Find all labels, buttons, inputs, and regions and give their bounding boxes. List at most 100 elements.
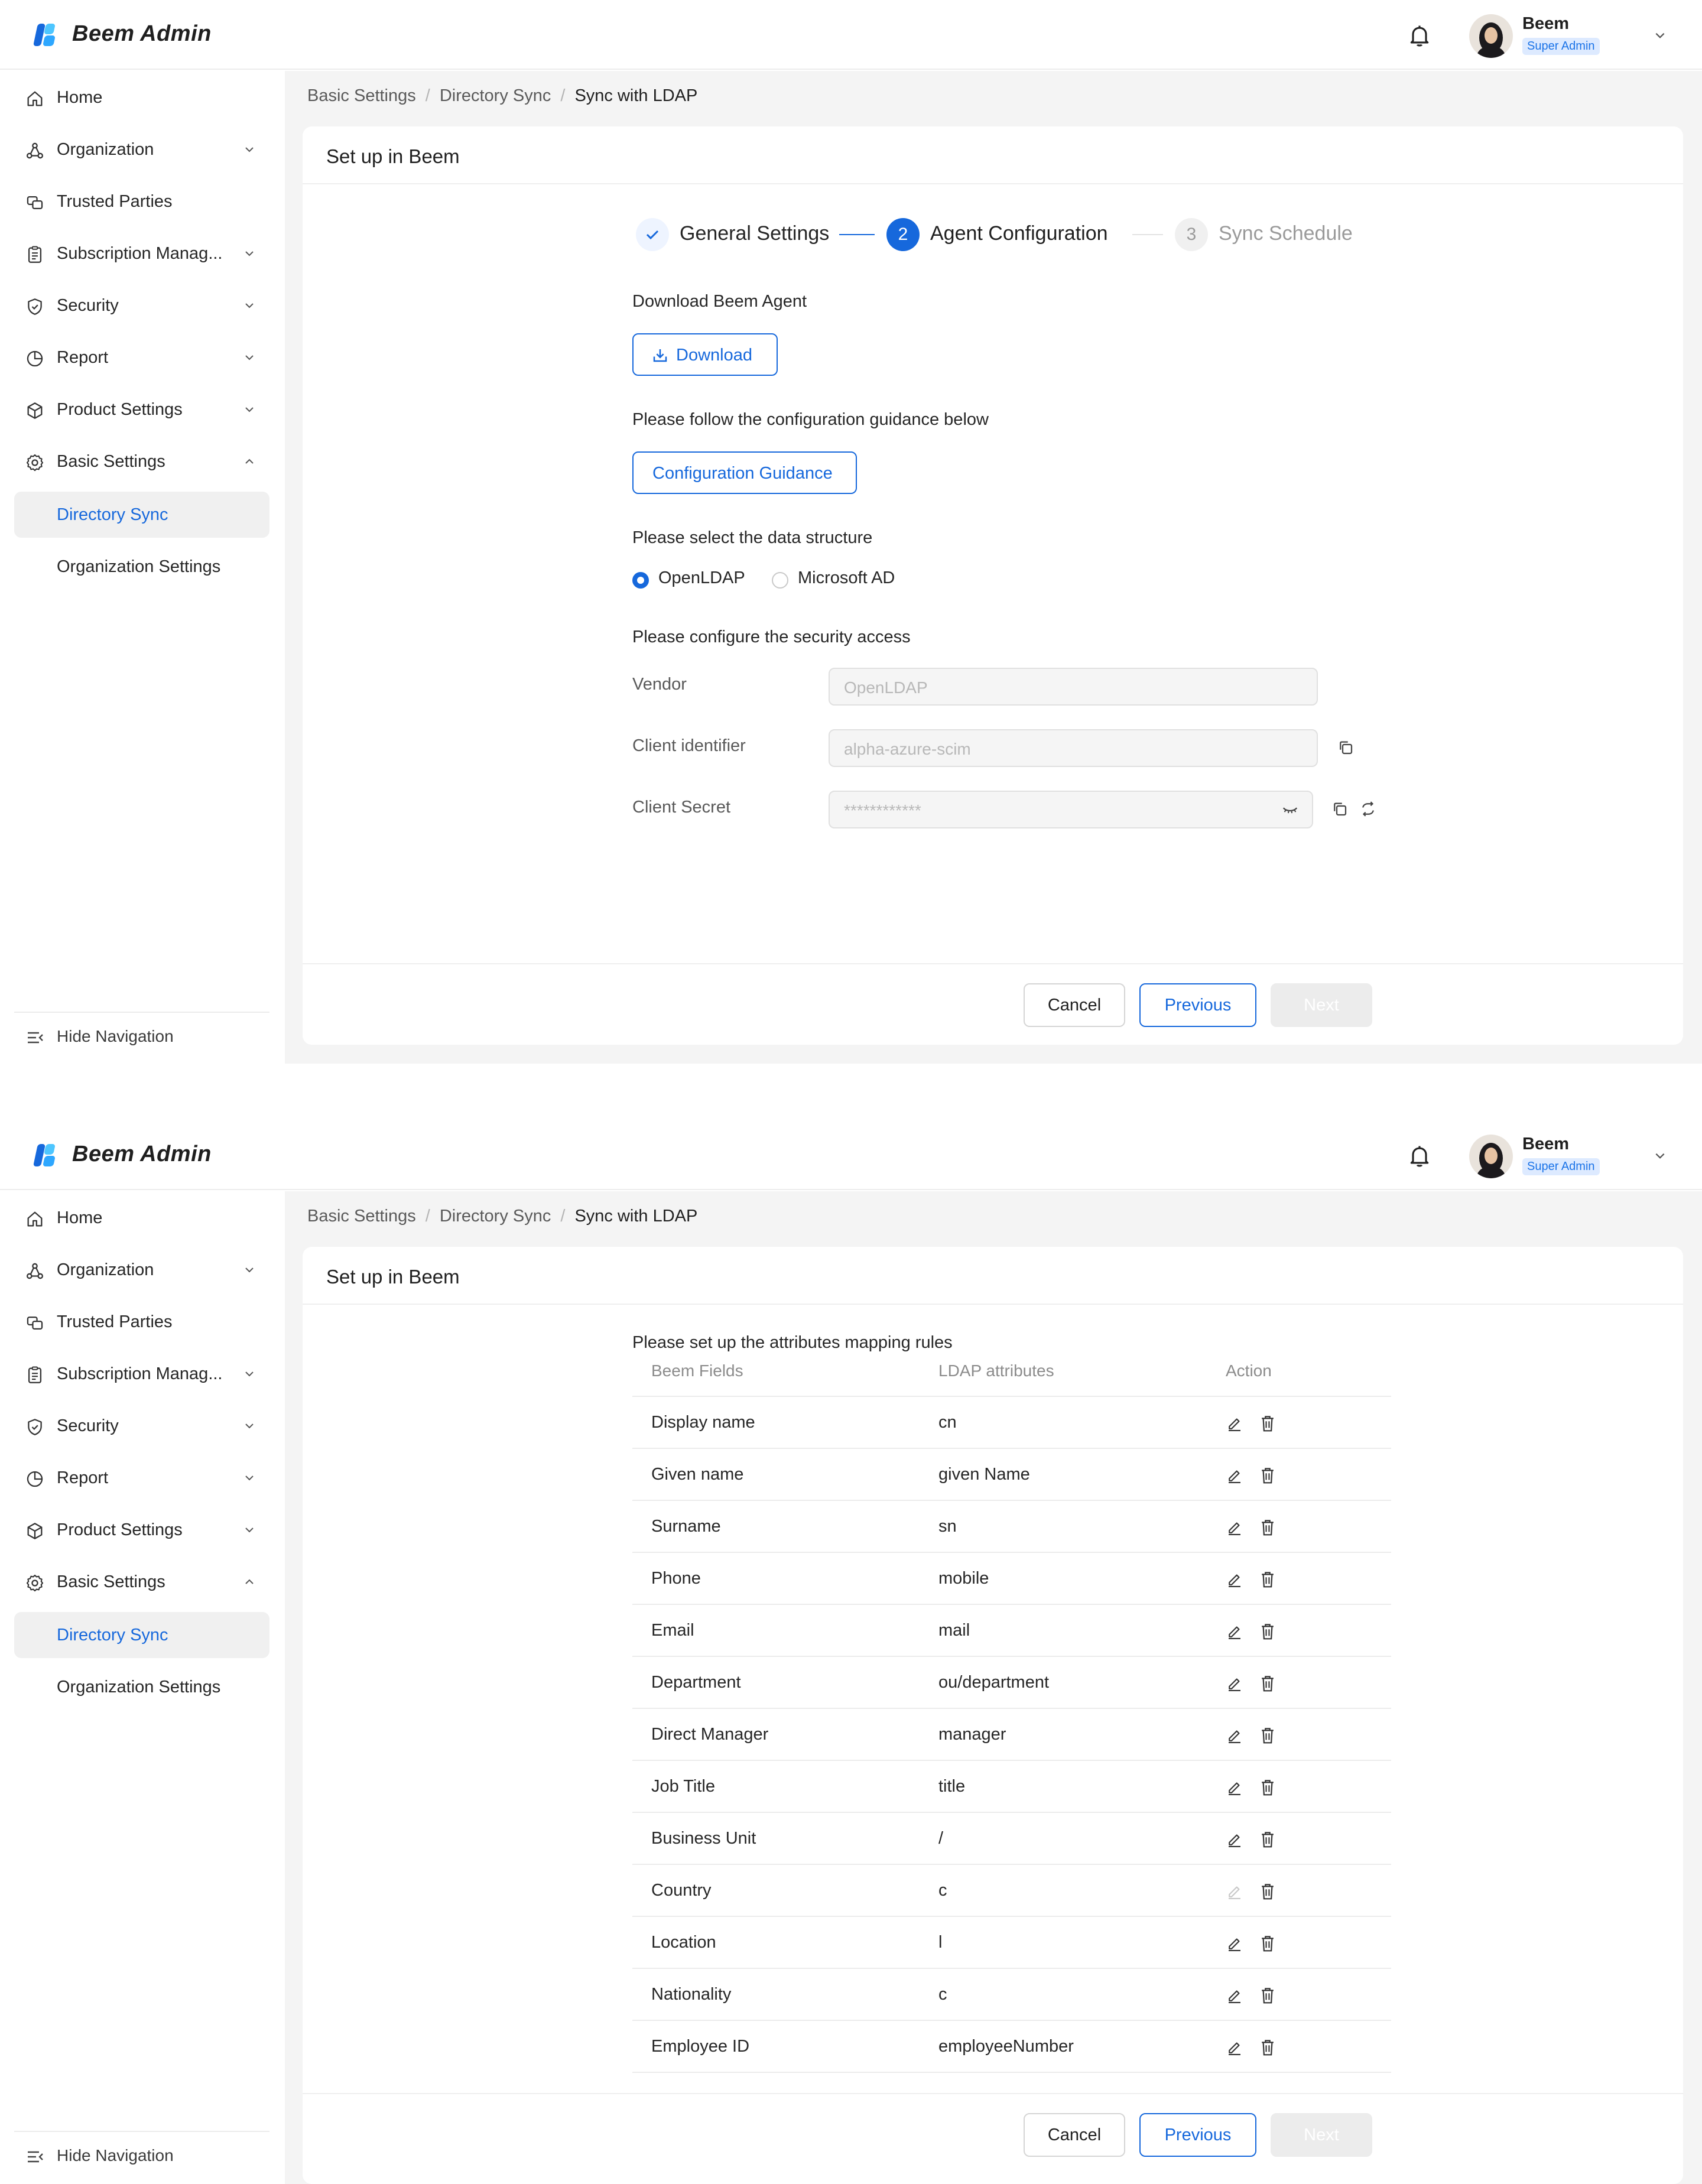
edit-icon[interactable] — [1226, 1467, 1243, 1484]
sidebar-item-label: Home — [57, 1208, 103, 1227]
vendor-field[interactable]: OpenLDAP — [829, 668, 1318, 706]
sidebar-item-directory-sync[interactable]: Directory Sync — [14, 492, 269, 538]
edit-icon[interactable] — [1226, 1987, 1243, 2004]
ldap-attribute-cell: c — [938, 1881, 947, 1900]
gear-icon — [25, 453, 45, 473]
hide-navigation-label: Hide Navigation — [57, 2146, 174, 2164]
next-button[interactable]: Next — [1271, 983, 1372, 1027]
sidebar-item-organization[interactable]: Organization — [14, 126, 269, 173]
sidebar-item-label: Basic Settings — [57, 452, 165, 471]
trash-icon[interactable] — [1259, 2038, 1276, 2057]
sidebar-item-trusted-parties[interactable]: Trusted Parties — [14, 1299, 269, 1345]
eye-off-icon[interactable] — [1281, 801, 1299, 819]
table-row: Phone mobile — [632, 1553, 1391, 1605]
sidebar-item-subscription[interactable]: Subscription Manag... — [14, 230, 269, 277]
breadcrumb-directory-sync[interactable]: Directory Sync — [440, 1207, 551, 1226]
previous-button[interactable]: Previous — [1139, 2113, 1256, 2157]
organization-icon — [25, 141, 45, 161]
home-icon — [25, 1209, 45, 1229]
trash-icon[interactable] — [1259, 1830, 1276, 1849]
hide-navigation-button[interactable]: Hide Navigation — [14, 2131, 269, 2172]
edit-icon[interactable] — [1226, 1571, 1243, 1588]
beem-field-cell: Email — [651, 1621, 694, 1640]
sidebar-item-security[interactable]: Security — [14, 1403, 269, 1449]
beem-field-cell: Country — [651, 1881, 712, 1900]
sidebar-item-organization-settings[interactable]: Organization Settings — [14, 1664, 269, 1710]
previous-button[interactable]: Previous — [1139, 983, 1256, 1027]
sidebar-item-product-settings[interactable]: Product Settings — [14, 1507, 269, 1553]
next-button[interactable]: Next — [1271, 2113, 1372, 2157]
chevron-up-icon — [243, 456, 255, 467]
copy-icon[interactable] — [1331, 800, 1349, 818]
sidebar-item-security[interactable]: Security — [14, 282, 269, 329]
edit-icon[interactable] — [1226, 1831, 1243, 1848]
edit-icon[interactable] — [1226, 1623, 1243, 1640]
step-connector — [1132, 234, 1163, 235]
client-secret-field[interactable]: ************ — [829, 791, 1313, 828]
trash-icon[interactable] — [1259, 1726, 1276, 1745]
table-row: Nationality c — [632, 1969, 1391, 2021]
refresh-icon[interactable] — [1359, 800, 1377, 818]
trash-icon[interactable] — [1259, 1778, 1276, 1797]
trash-icon[interactable] — [1259, 1466, 1276, 1485]
trash-icon[interactable] — [1259, 1414, 1276, 1433]
edit-icon[interactable] — [1226, 1415, 1243, 1432]
collapse-menu-icon — [26, 2149, 45, 2165]
step-label: General Settings — [680, 222, 830, 245]
bell-icon[interactable] — [1407, 1143, 1433, 1169]
avatar[interactable] — [1469, 14, 1513, 58]
chevron-down-icon[interactable] — [1652, 1150, 1668, 1162]
sidebar-item-subscription[interactable]: Subscription Manag... — [14, 1351, 269, 1397]
radio-microsoft-ad[interactable] — [772, 572, 788, 589]
edit-icon[interactable] — [1226, 1727, 1243, 1744]
sidebar-item-report[interactable]: Report — [14, 1455, 269, 1501]
beem-field-cell: Employee ID — [651, 2037, 750, 2056]
edit-icon[interactable] — [1226, 1935, 1243, 1952]
sidebar-item-home[interactable]: Home — [14, 74, 269, 121]
client-identifier-field[interactable]: alpha-azure-scim — [829, 729, 1318, 767]
hide-navigation-button[interactable]: Hide Navigation — [14, 1012, 269, 1053]
radio-openldap[interactable] — [632, 572, 649, 589]
avatar[interactable] — [1469, 1135, 1513, 1178]
trash-icon[interactable] — [1259, 1518, 1276, 1537]
breadcrumb-basic-settings[interactable]: Basic Settings — [307, 1207, 416, 1226]
sidebar-item-report[interactable]: Report — [14, 334, 269, 381]
trash-icon[interactable] — [1259, 1986, 1276, 2005]
sidebar-item-basic-settings[interactable]: Basic Settings — [14, 438, 269, 485]
download-button[interactable]: Download — [632, 333, 778, 376]
step-number: 3 — [1175, 218, 1208, 251]
cancel-button[interactable]: Cancel — [1024, 2113, 1125, 2157]
table-row: Employee ID employeeNumber — [632, 2021, 1391, 2073]
edit-icon[interactable] — [1226, 1779, 1243, 1796]
edit-icon[interactable] — [1226, 2039, 1243, 2056]
trash-icon[interactable] — [1259, 1882, 1276, 1901]
sidebar-item-directory-sync[interactable]: Directory Sync — [14, 1612, 269, 1658]
sidebar-item-home[interactable]: Home — [14, 1195, 269, 1241]
breadcrumb-basic-settings[interactable]: Basic Settings — [307, 86, 416, 105]
copy-icon[interactable] — [1337, 739, 1355, 756]
configuration-guidance-button[interactable]: Configuration Guidance — [632, 451, 857, 494]
trusted-parties-icon — [25, 1313, 45, 1333]
trash-icon[interactable] — [1259, 1934, 1276, 1953]
trash-icon[interactable] — [1259, 1674, 1276, 1693]
chevron-down-icon — [243, 1473, 255, 1483]
sidebar-item-label: Organization Settings — [57, 557, 221, 576]
organization-icon — [25, 1261, 45, 1281]
trash-icon[interactable] — [1259, 1570, 1276, 1589]
edit-icon[interactable] — [1226, 1519, 1243, 1536]
bell-icon[interactable] — [1407, 22, 1433, 48]
sidebar-item-product-settings[interactable]: Product Settings — [14, 386, 269, 433]
trash-icon[interactable] — [1259, 1622, 1276, 1641]
chevron-down-icon — [243, 1369, 255, 1379]
chevron-down-icon[interactable] — [1652, 30, 1668, 41]
breadcrumb-directory-sync[interactable]: Directory Sync — [440, 86, 551, 105]
sidebar-item-basic-settings[interactable]: Basic Settings — [14, 1559, 269, 1605]
sidebar-item-organization-settings[interactable]: Organization Settings — [14, 544, 269, 590]
table-row: Job Title title — [632, 1761, 1391, 1813]
sidebar-item-organization[interactable]: Organization — [14, 1247, 269, 1293]
cancel-button[interactable]: Cancel — [1024, 983, 1125, 1027]
edit-icon[interactable] — [1226, 1675, 1243, 1692]
step-label: Sync Schedule — [1219, 222, 1353, 245]
sidebar-item-label: Basic Settings — [57, 1572, 165, 1591]
sidebar-item-trusted-parties[interactable]: Trusted Parties — [14, 178, 269, 225]
